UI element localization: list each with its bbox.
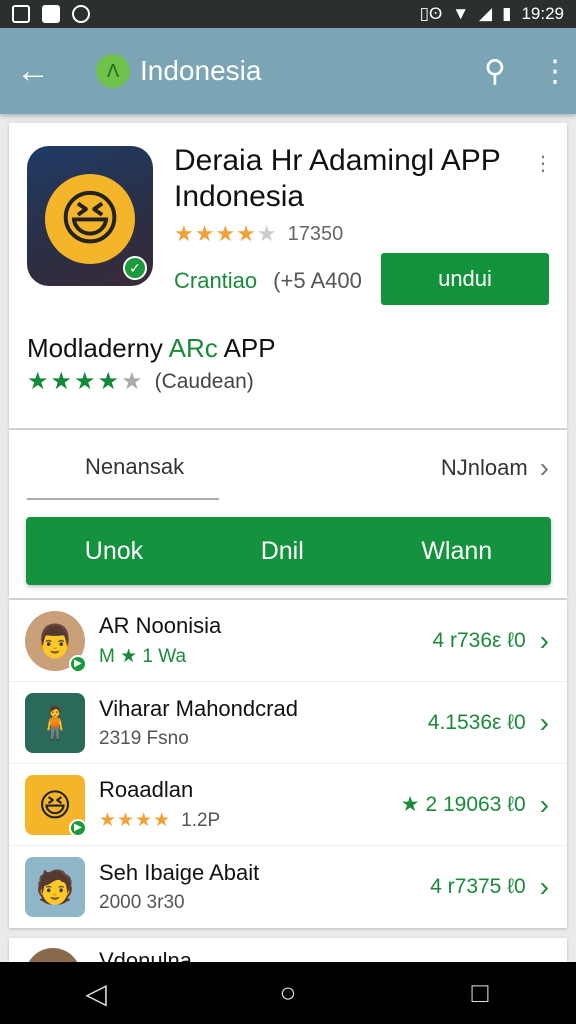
action-item-1[interactable]: Unok — [85, 537, 143, 566]
avatar: 😆 ▶ — [25, 774, 87, 837]
chevron-right-icon: › — [539, 871, 549, 902]
play-badge-icon: ▶ — [69, 654, 87, 673]
list-item-value: 4 r7375 ℓ0 — [430, 875, 526, 898]
list-item-sub-text: 1.2P — [181, 810, 221, 831]
action-item-2[interactable]: Dnil — [261, 537, 304, 566]
search-icon[interactable]: ⚲ — [484, 54, 506, 89]
person-icon: 👨 — [35, 622, 75, 659]
arrow-left-icon[interactable]: ← — [16, 54, 60, 88]
list-item-sub: M ★ 1 Wa — [99, 646, 187, 667]
home-icon[interactable]: ○ — [258, 977, 318, 1009]
app-bar: ← ⴷ Indonesia ⚲ ⋮ — [0, 28, 576, 114]
wifi-icon: ▼ — [452, 4, 470, 23]
download-info: Crantiao (+5 A400 — [174, 268, 362, 294]
app-list: 👨 ▶ AR Noonisia M ★ 1 Wa 4 r736ε ℓ0 › 🧍 … — [9, 600, 567, 928]
action-bar: Unok Dnil Wlann — [26, 517, 551, 585]
play-badge-icon: ▶ — [69, 818, 87, 837]
person-icon: 🧑 — [35, 869, 75, 905]
more-vert-icon[interactable]: ⋮ — [533, 151, 553, 176]
tab-left[interactable]: Nenansak — [85, 454, 184, 480]
system-icons: ▯ʘ ▼ ◢ ▮ 19:29 — [420, 4, 564, 24]
app-detail-card: 😆 ✓ Deraia Hr Adamingl APP Indonesia ⋮ ★… — [9, 123, 567, 428]
list-item-name: Roaadlan — [99, 777, 194, 802]
list-item-name: Seh Ibaige Abait — [99, 860, 260, 885]
avatar: 👨 ▶ — [25, 610, 87, 673]
status-bar: ▯ʘ ▼ ◢ ▮ 19:29 — [0, 0, 576, 28]
app-icon[interactable]: 😆 ✓ — [27, 146, 153, 286]
chevron-right-icon: › — [539, 706, 549, 738]
chevron-right-icon: › — [539, 788, 549, 820]
list-item[interactable]: 😆 ▶ Roaadlan ★★★★ 1.2P ★ 2 19063 ℓ0 › — [9, 764, 567, 846]
list-item-name: AR Noonisia — [99, 613, 222, 638]
star-rating-icon: ★★★★★ — [27, 368, 145, 395]
back-icon[interactable]: ◁ — [66, 977, 126, 1010]
leaf-logo-icon: ⴷ — [96, 54, 130, 88]
app-title: Deraia Hr Adamingl APP Indonesia — [174, 144, 501, 213]
emoji-face-icon: 😆 — [45, 174, 135, 264]
app-rating: ★★★★★ 17350 — [174, 221, 343, 247]
star-rating-icon: ★★★★ — [99, 810, 172, 831]
list-item-value: 4 r736ε ℓ0 — [432, 628, 526, 652]
star-rating-icon: ★★★★★ — [174, 221, 278, 246]
secondary-title-green: ARc — [168, 333, 218, 363]
action-item-3[interactable]: Wlann — [421, 537, 492, 566]
chevron-right-icon: › — [539, 452, 549, 483]
list-item-sub: 2000 3r30 — [99, 892, 185, 913]
list-item-sub: 2319 Fsno — [99, 727, 189, 749]
battery-icon: ▮ — [502, 4, 512, 23]
secondary-meta: (Caudean) — [154, 369, 254, 393]
secondary-title-prefix: Modladerny — [27, 333, 169, 363]
recents-icon[interactable]: □ — [450, 977, 510, 1009]
tab-right-label: NJnloam — [440, 455, 528, 480]
chevron-right-icon: › — [539, 624, 549, 656]
download-status: Crantiao — [174, 268, 258, 293]
list-item[interactable]: 👨 ▶ AR Noonisia M ★ 1 Wa 4 r736ε ℓ0 › — [9, 600, 567, 682]
secondary-title-suffix: APP — [217, 333, 276, 363]
download-size: (+5 A400 — [273, 268, 362, 293]
emoji-face-icon: 😆 — [38, 786, 72, 823]
vibrate-icon: ▯ʘ — [419, 4, 443, 23]
verified-check-icon: ✓ — [123, 256, 147, 280]
signal-icon: ◢ — [479, 4, 493, 23]
more-vert-icon[interactable]: ⋮ — [540, 54, 570, 89]
secondary-rating: ★★★★★ (Caudean) — [27, 367, 254, 396]
status-time: 19:29 — [521, 4, 564, 23]
tabs-card: Nenansak NJnloam › Unok Dnil Wlann — [9, 430, 567, 598]
avatar: 🧍 — [25, 692, 85, 753]
secondary-app-title: Modladerny ARc APP — [27, 333, 276, 364]
voicemail-icon — [72, 5, 90, 23]
mail-icon — [42, 5, 60, 23]
avatar: 🧑 — [25, 857, 85, 917]
rating-count: 17350 — [287, 222, 344, 245]
person-icon: 🧍 — [35, 704, 75, 741]
tab-underline — [27, 498, 219, 500]
list-item-name: Viharar Mahondcrad — [99, 695, 298, 721]
list-item[interactable]: 🧍 Viharar Mahondcrad 2319 Fsno 4.1536ε ℓ… — [9, 682, 567, 764]
app-bar-title: Indonesia — [140, 55, 262, 86]
tab-right[interactable]: NJnloam › — [441, 452, 549, 484]
notification-icons — [12, 5, 90, 23]
list-item-value: 4.1536ε ℓ0 — [427, 710, 526, 734]
image-icon — [12, 5, 30, 23]
list-item[interactable]: 🧑 Seh Ibaige Abait 2000 3r30 4 r7375 ℓ0 … — [9, 846, 567, 928]
list-item-value: ★ 2 19063 ℓ0 — [400, 793, 526, 816]
system-nav-bar: ◁ ○ □ — [0, 962, 576, 1024]
list-item-sub: ★★★★ 1.2P — [99, 809, 220, 832]
install-button[interactable]: undui — [381, 253, 549, 305]
